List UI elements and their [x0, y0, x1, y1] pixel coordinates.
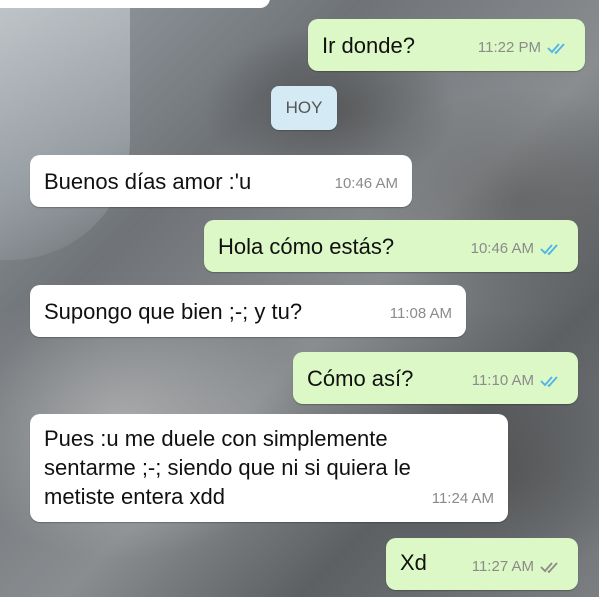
double-check-icon: [547, 42, 565, 54]
message-time: 11:27 AM: [471, 558, 534, 575]
message-bubble-outgoing[interactable]: Ir donde? 11:22 PM: [308, 19, 585, 71]
message-text: Buenos días amor :'u: [44, 169, 252, 194]
previous-message-fragment: [0, 0, 270, 8]
message-meta: 10:46 AM: [335, 169, 398, 198]
message-meta: 10:46 AM: [471, 234, 564, 263]
date-divider: HOY: [271, 86, 337, 130]
message-time: 11:24 AM: [431, 490, 494, 507]
double-check-icon: [540, 243, 558, 255]
message-bubble-outgoing[interactable]: Cómo así? 11:10 AM: [293, 352, 578, 404]
message-meta: 11:24 AM: [432, 484, 494, 513]
message-bubble-incoming[interactable]: Supongo que bien ;-; y tu? 11:08 AM: [30, 285, 466, 337]
message-meta: 11:10 AM: [472, 366, 564, 395]
message-time: 11:22 PM: [477, 39, 541, 56]
message-text: Pues :u me duele con simplemente sentarm…: [44, 426, 411, 509]
message-time: 10:46 AM: [334, 175, 398, 192]
message-meta: 11:27 AM: [472, 552, 564, 581]
message-text: Cómo así?: [307, 366, 414, 391]
message-bubble-incoming[interactable]: Buenos días amor :'u 10:46 AM: [30, 155, 412, 207]
message-text: Ir donde?: [322, 33, 415, 58]
message-text: Supongo que bien ;-; y tu?: [44, 299, 303, 324]
double-check-icon: [540, 375, 558, 387]
message-meta: 11:22 PM: [478, 33, 571, 62]
double-check-icon: [540, 561, 558, 573]
message-bubble-incoming[interactable]: Pues :u me duele con simplemente sentarm…: [30, 414, 508, 522]
message-time: 11:10 AM: [471, 372, 534, 389]
message-meta: 11:08 AM: [390, 299, 452, 328]
message-text: Xd: [400, 550, 427, 575]
message-text: Hola cómo estás?: [218, 234, 395, 259]
message-time: 11:08 AM: [389, 305, 452, 322]
message-bubble-outgoing[interactable]: Xd 11:27 AM: [386, 538, 578, 590]
message-time: 10:46 AM: [470, 240, 534, 257]
message-bubble-outgoing[interactable]: Hola cómo estás? 10:46 AM: [204, 220, 578, 272]
